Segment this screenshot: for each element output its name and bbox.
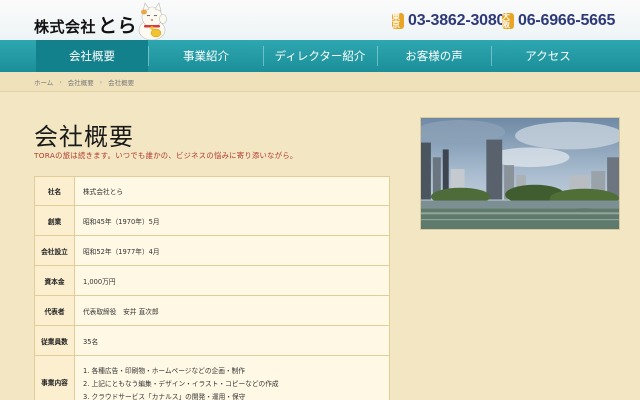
- row-label: 従業員数: [34, 325, 75, 356]
- table-row: 従業員数 35名: [34, 325, 390, 356]
- list-item: 2. 上記にともなう編集・デザイン・イラスト・コピーなどの作成: [83, 379, 279, 388]
- row-value: 35名: [74, 325, 390, 356]
- row-label: 資本金: [34, 265, 75, 296]
- nav-item-business[interactable]: 事業紹介: [150, 40, 262, 72]
- page-title: 会社概要: [34, 123, 134, 151]
- breadcrumb-bar: ホーム › 会社概要 › 会社概要: [0, 72, 640, 92]
- main-nav: 会社概要 事業紹介 ディレクター紹介 お客様の声 アクセス: [0, 40, 640, 72]
- nav-item-access[interactable]: アクセス: [492, 40, 604, 72]
- phone-number-tokyo: 03-3862-3080: [408, 12, 506, 29]
- phone-tag-tokyo: 東京: [392, 13, 404, 29]
- nav-item-voice[interactable]: お客様の声: [378, 40, 490, 72]
- breadcrumb-current: 会社概要: [108, 79, 135, 87]
- breadcrumb-company[interactable]: 会社概要: [68, 77, 94, 87]
- table-row: 事業内容 1. 各種広告・印刷物・ホームページなどの企画・制作 2. 上記にとも…: [34, 355, 390, 400]
- row-label: 会社設立: [34, 235, 75, 266]
- row-value: 株式会社とら: [74, 176, 390, 206]
- phone-osaka[interactable]: 大阪 06-6966-5665: [502, 12, 615, 30]
- row-value: 1,000万円: [74, 265, 390, 296]
- site-header: 株式会社 とら 東京 03-3862-3080 大阪 06-6966-5665: [0, 0, 640, 40]
- table-row: 資本金 1,000万円: [34, 265, 390, 296]
- row-label: 代表者: [34, 295, 75, 326]
- phone-number-osaka: 06-6966-5665: [518, 12, 616, 29]
- company-info-table: 社名 株式会社とら 創業 昭和45年（1970年）5月 会社設立 昭和52年（1…: [34, 176, 390, 400]
- list-item: 1. 各種広告・印刷物・ホームページなどの企画・制作: [83, 366, 245, 375]
- breadcrumb-home[interactable]: ホーム: [34, 77, 53, 87]
- business-list: 1. 各種広告・印刷物・ホームページなどの企画・制作 2. 上記にともなう編集・…: [83, 361, 389, 400]
- table-row: 創業 昭和45年（1970年）5月: [34, 205, 390, 236]
- nav-item-director[interactable]: ディレクター紹介: [264, 40, 376, 72]
- site-logo[interactable]: 株式会社 とら: [34, 11, 137, 38]
- row-value: 1. 各種広告・印刷物・ホームページなどの企画・制作 2. 上記にともなう編集・…: [74, 355, 390, 400]
- lead-text: TORAの旅は続きます。いつでも誰かの、ビジネスの悩みに寄り添いながら。: [34, 151, 298, 160]
- chevron-right-icon: ›: [59, 78, 62, 86]
- row-value: 昭和45年（1970年）5月: [74, 205, 390, 236]
- nav-divider: [148, 46, 149, 66]
- table-row: 社名 株式会社とら: [34, 176, 390, 206]
- phone-tokyo[interactable]: 東京 03-3862-3080: [392, 12, 505, 30]
- table-row: 会社設立 昭和52年（1977年）4月: [34, 235, 390, 266]
- chevron-right-icon: ›: [99, 78, 103, 86]
- row-label: 社名: [34, 176, 75, 206]
- logo-text-main: 株式会社: [34, 18, 97, 36]
- row-label: 創業: [34, 205, 75, 236]
- city-river-photo: [420, 117, 620, 230]
- nav-item-company[interactable]: 会社概要: [36, 40, 148, 72]
- row-label: 事業内容: [34, 355, 75, 400]
- row-value: 昭和52年（1977年）4月: [74, 235, 390, 266]
- list-item: 3. クラウドサービス「カナルス」の開発・運用・保守: [83, 392, 246, 400]
- phone-tag-osaka: 大阪: [502, 13, 514, 29]
- breadcrumb: ホーム › 会社概要 › 会社概要: [34, 77, 135, 88]
- table-row: 代表者 代表取締役 安井 直次郎: [34, 295, 390, 326]
- row-value: 代表取締役 安井 直次郎: [74, 295, 390, 326]
- maneki-neko-icon: [138, 2, 167, 40]
